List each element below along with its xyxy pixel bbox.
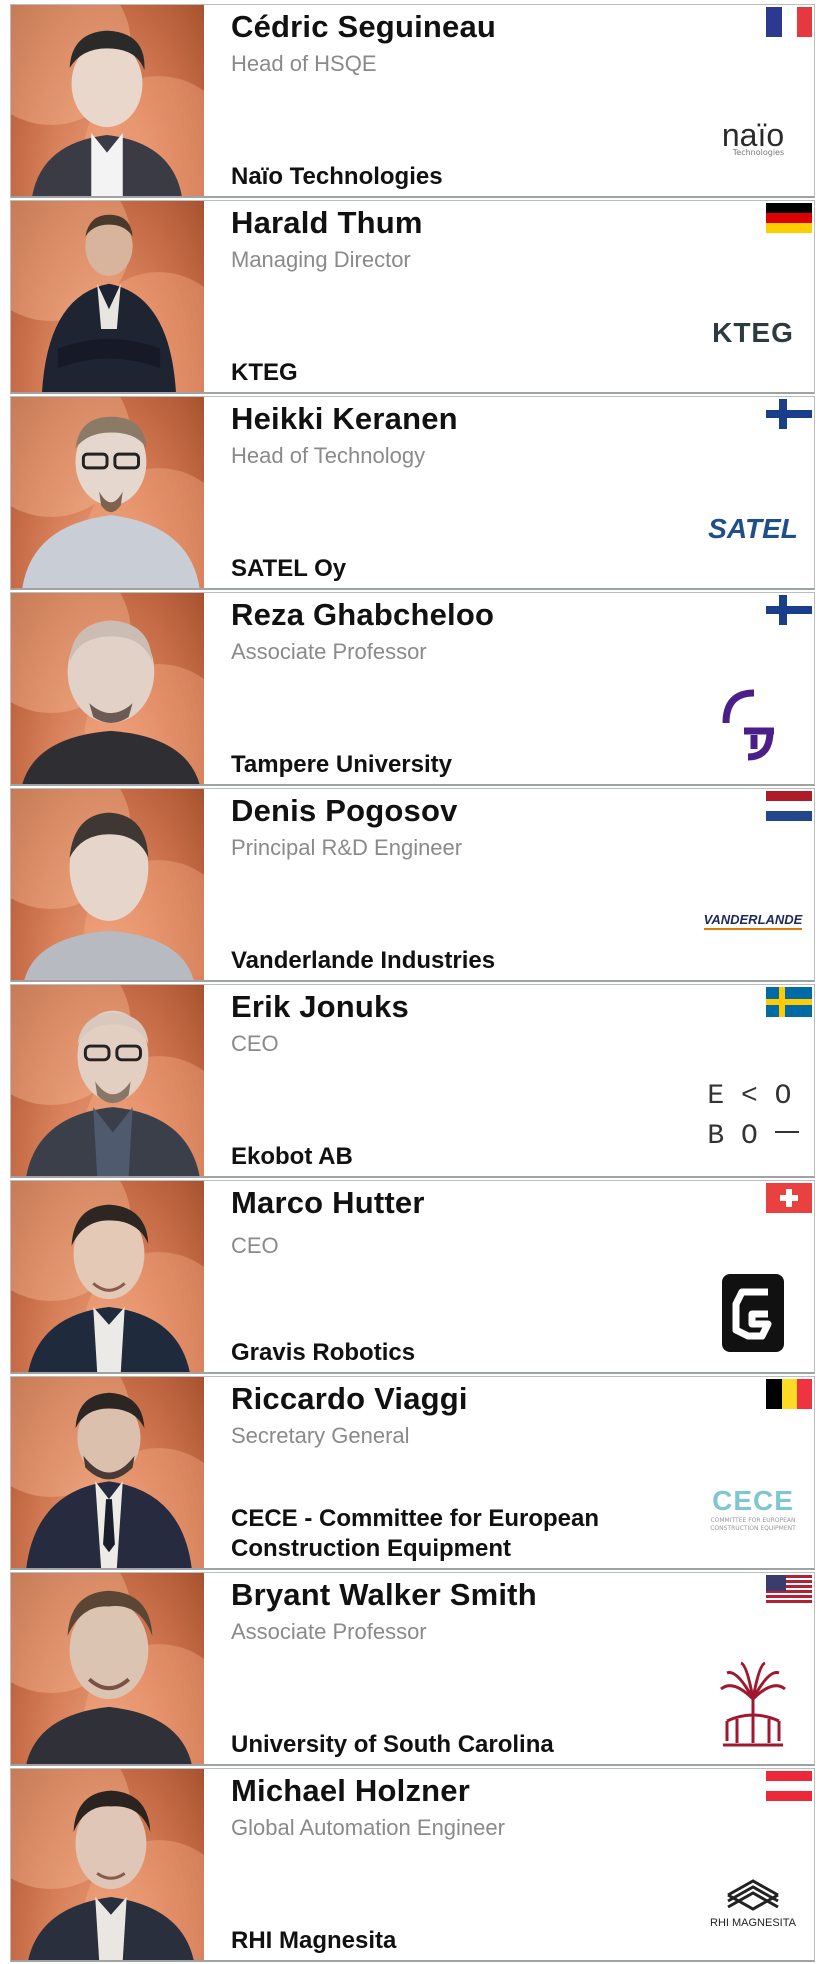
speaker-company: CECE - Committee for European Constructi… [231,1505,600,1562]
speaker-name: Heikki Keranen [231,401,458,436]
speaker-photo [11,201,204,392]
speaker-photo [11,985,204,1176]
speaker-name: Riccardo Viaggi [231,1381,468,1416]
speaker-photo [11,1181,204,1372]
speaker-role: Head of HSQE [231,51,377,76]
speaker-name: Marco Hutter [231,1185,425,1220]
speaker-name: Bryant Walker Smith [231,1577,537,1612]
speaker-company: Gravis Robotics [231,1339,416,1366]
speaker-name: Michael Holzner [231,1773,470,1808]
speaker-role: Global Automation Engineer [231,1815,505,1840]
vanderlande-logo: VANDERLANDE [698,876,808,966]
speaker-card[interactable]: Marco Hutter CEO Gravis Robotics [10,1180,815,1374]
speaker-role: Associate Professor [231,639,427,664]
satel-logo: SATEL [708,513,798,544]
speaker-card[interactable]: Heikki Keranen Head of Technology SATEL … [10,396,815,590]
speaker-role: Secretary General [231,1423,410,1448]
finland-flag-icon [766,595,812,625]
speaker-name: Reza Ghabcheloo [231,597,495,632]
france-flag-icon [766,7,812,37]
speaker-photo [11,593,204,784]
speaker-card[interactable]: Bryant Walker Smith Associate Professor … [10,1572,815,1766]
naio-logo: naïo Technologies [721,117,785,157]
speaker-company: Naïo Technologies [231,163,443,190]
speaker-name: Denis Pogosov [231,793,458,828]
speaker-card[interactable]: Harald Thum Managing Director KTEG KTEG [10,200,815,394]
speaker-card[interactable]: Erik Jonuks CEO Ekobot AB E < O B O [10,984,815,1178]
kteg-logo: KTEG [712,317,794,348]
speaker-card[interactable]: Cédric Seguineau Head of HSQE Naïo Techn… [10,4,815,198]
ekobot-logo: E < O B O [698,1072,808,1162]
speaker-name: Harald Thum [231,205,423,240]
speaker-photo [11,1769,204,1960]
speaker-card[interactable]: Riccardo Viaggi Secretary General CECE -… [10,1376,815,1570]
tampere-university-logo [698,680,808,770]
speaker-card[interactable]: Michael Holzner Global Automation Engine… [10,1768,815,1962]
sweden-flag-icon [766,987,812,1017]
usa-flag-icon [766,1575,812,1605]
speaker-role: Head of Technology [231,443,426,468]
germany-flag-icon [766,203,812,233]
speaker-photo [11,1377,204,1568]
speaker-role: Associate Professor [231,1619,427,1644]
belgium-flag-icon [766,1379,812,1409]
gravis-robotics-logo [698,1268,808,1358]
speaker-role: CEO [231,1031,279,1056]
speaker-company: Vanderlande Industries [231,947,496,974]
speaker-company: Ekobot AB [231,1143,353,1170]
speaker-card[interactable]: Denis Pogosov Principal R&D Engineer Van… [10,788,815,982]
speaker-company: Tampere University [231,751,452,778]
usc-palmetto-logo [698,1660,808,1750]
speaker-role: Principal R&D Engineer [231,835,463,860]
finland-flag-icon [766,399,812,429]
speaker-company: University of South Carolina [231,1731,554,1758]
speaker-role: CEO [231,1233,279,1258]
speaker-name: Cédric Seguineau [231,9,497,44]
austria-flag-icon [766,1771,812,1801]
speaker-photo [11,5,204,196]
rhi-magnesita-logo: RHI MAGNESITA [698,1856,808,1946]
speaker-company: SATEL Oy [231,555,347,582]
speaker-card[interactable]: Reza Ghabcheloo Associate Professor Tamp… [10,592,815,786]
speaker-name: Erik Jonuks [231,989,409,1024]
speaker-photo [11,1573,204,1764]
speaker-photo [11,397,204,588]
switzerland-flag-icon [766,1183,812,1213]
speaker-company: RHI Magnesita [231,1927,397,1954]
cece-logo: CECE COMMITTEE FOR EUROPEAN CONSTRUCTION… [710,1485,796,1532]
speaker-list: Cédric Seguineau Head of HSQE Naïo Techn… [10,4,817,1964]
netherlands-flag-icon [766,791,812,821]
speaker-photo [11,789,204,980]
speaker-company: KTEG [231,359,298,386]
speaker-role: Managing Director [231,247,411,272]
